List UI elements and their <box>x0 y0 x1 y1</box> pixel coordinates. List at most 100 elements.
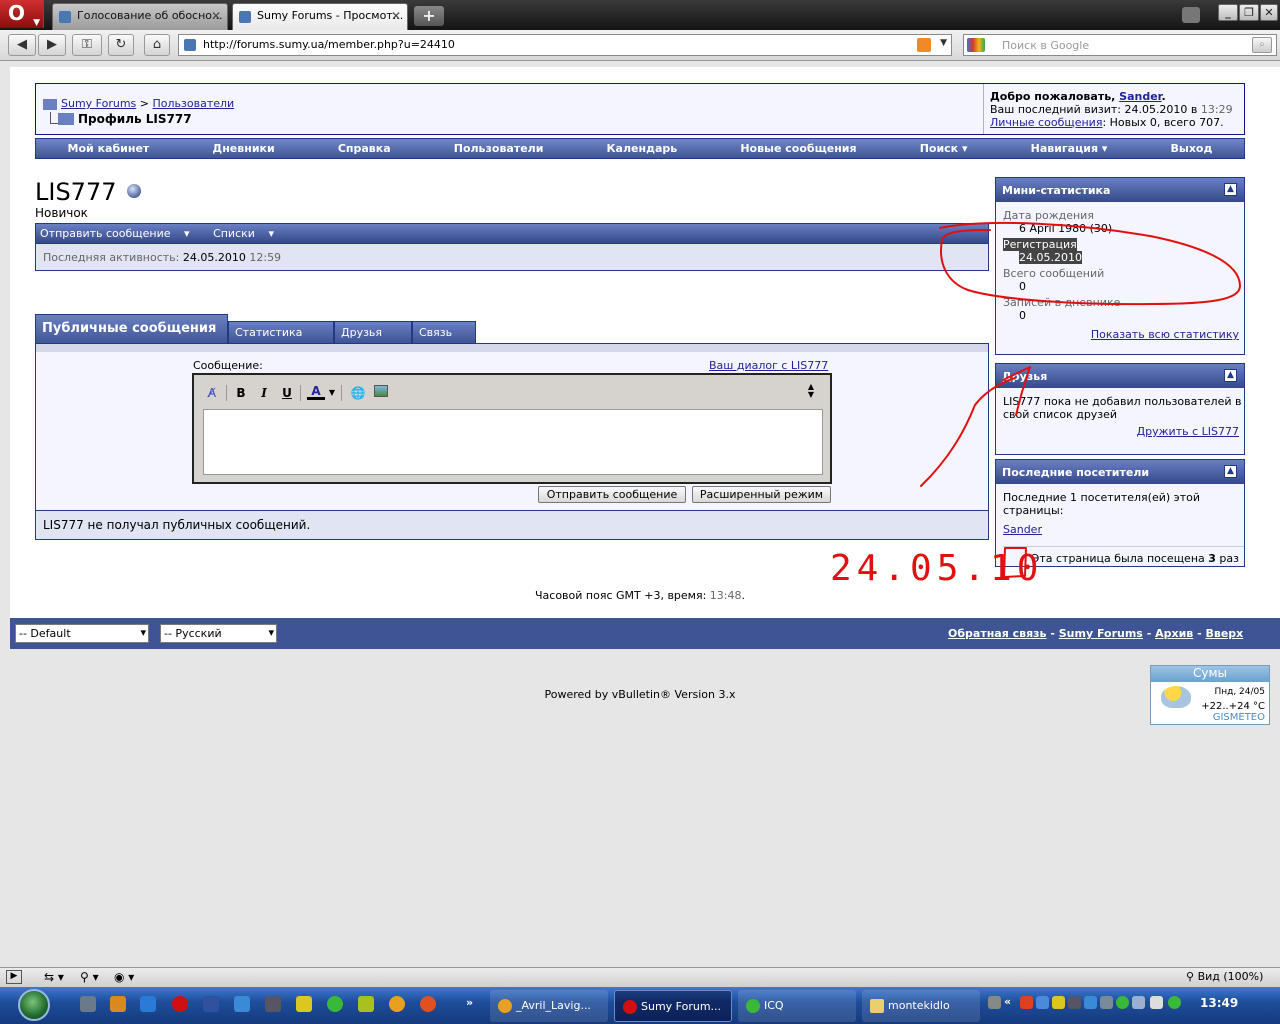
taskbar-item-aimp[interactable]: _Avril_Lavig... <box>490 990 608 1022</box>
volume-icon[interactable] <box>1150 996 1163 1009</box>
window-close-button[interactable]: ✕ <box>1260 4 1278 21</box>
feedback-link[interactable]: Обратная связь <box>948 627 1047 640</box>
weather-widget[interactable]: Сумы Пнд, 24/05 +22..+24 °C GISMETEO <box>1150 665 1270 725</box>
back-button[interactable]: ◀ <box>8 34 36 56</box>
search-icon[interactable]: ⌕ <box>1252 37 1272 53</box>
underline-button[interactable]: U <box>278 384 296 402</box>
internet-explorer-icon[interactable] <box>140 996 156 1012</box>
advanced-mode-button[interactable]: Расширенный режим <box>692 486 831 503</box>
skype-icon[interactable] <box>234 996 250 1012</box>
browser-tab-sumy-forums[interactable]: Sumy Forums - Просмот... ✕ <box>232 3 408 31</box>
collapse-icon[interactable]: ▲ <box>1224 465 1237 478</box>
url-input[interactable]: http://forums.sumy.ua/member.php?u=24410… <box>178 34 952 56</box>
nav-navigation-wrap[interactable]: Навигация ▾ <box>1031 142 1108 155</box>
tray-icon[interactable] <box>1132 996 1145 1009</box>
nav-search[interactable]: Поиск <box>920 142 958 155</box>
forum-home-link[interactable]: Sumy Forums <box>1059 627 1143 640</box>
taskbar-item-folder[interactable]: montekidlo <box>862 990 980 1022</box>
private-messages-link[interactable]: Личные сообщения <box>990 116 1102 129</box>
tray-icon[interactable] <box>1068 996 1081 1009</box>
tray-icon[interactable] <box>1052 996 1065 1009</box>
collapse-icon[interactable]: ▲ <box>1224 369 1237 382</box>
visitor-user-link[interactable]: Sander <box>1003 523 1042 536</box>
headphones-icon[interactable] <box>265 996 281 1012</box>
forum-home-icon[interactable] <box>43 98 57 110</box>
chevron-down-icon[interactable]: ▼ <box>327 384 337 402</box>
restore-button[interactable]: ❐ <box>1239 4 1259 21</box>
nav-members[interactable]: Пользователи <box>454 142 544 155</box>
breadcrumb-parent-link[interactable]: Пользователи <box>153 97 235 110</box>
taskbar-item-icq[interactable]: ICQ <box>738 990 856 1022</box>
more-icon[interactable]: » <box>466 996 473 1009</box>
collapse-icon[interactable]: ▲ <box>1224 183 1237 196</box>
turbo-icon[interactable]: ◉ ▾ <box>114 970 134 984</box>
icq-tray-icon[interactable] <box>1168 996 1181 1009</box>
add-friend-link[interactable]: Дружить с LIS777 <box>1137 425 1239 438</box>
rss-icon[interactable] <box>917 38 931 52</box>
save-icon[interactable] <box>203 996 219 1012</box>
send-message-button[interactable]: Отправить сообщение <box>538 486 686 503</box>
nav-calendar[interactable]: Календарь <box>607 142 678 155</box>
panel-toggle-icon[interactable]: ▶ <box>6 970 22 984</box>
nav-new-posts[interactable]: Новые сообщения <box>740 142 856 155</box>
minimize-button[interactable]: _ <box>1218 4 1238 21</box>
insert-image-icon[interactable] <box>372 384 390 402</box>
tray-icon[interactable] <box>1100 996 1113 1009</box>
forward-button[interactable]: ▶ <box>38 34 66 56</box>
tab-contact[interactable]: Связь <box>412 321 476 344</box>
text-color-icon[interactable]: A <box>307 384 325 400</box>
nav-blogs[interactable]: Дневники <box>212 142 274 155</box>
message-textarea[interactable] <box>203 409 823 475</box>
tab-visitor-messages[interactable]: Публичные сообщения <box>35 314 228 346</box>
home-button[interactable]: ⌂ <box>144 34 170 56</box>
clock[interactable]: 13:49 <box>1200 996 1238 1010</box>
tray-icon[interactable] <box>988 996 1001 1009</box>
icq-icon[interactable] <box>327 996 343 1012</box>
bold-button[interactable]: B <box>232 384 250 402</box>
n-app-icon[interactable] <box>296 996 312 1012</box>
dialog-link[interactable]: Ваш диалог с LIS777 <box>709 359 828 372</box>
archive-link[interactable]: Архив <box>1155 627 1193 640</box>
trash-icon[interactable] <box>1182 7 1200 23</box>
nav-user-cp[interactable]: Мой кабинет <box>68 142 150 155</box>
sync-icon[interactable]: ⇆ ▾ <box>44 970 64 984</box>
nav-logout[interactable]: Выход <box>1171 142 1213 155</box>
language-select[interactable]: -- Русский ▾ <box>160 624 277 643</box>
browser-tab-voting[interactable]: Голосование об обосно... ✕ <box>52 3 228 30</box>
ccleaner-icon[interactable] <box>420 996 436 1012</box>
aimp-icon[interactable] <box>389 996 405 1012</box>
butterfly-icon[interactable] <box>358 996 374 1012</box>
google-icon[interactable] <box>967 38 985 52</box>
tray-icon[interactable] <box>1116 996 1129 1009</box>
reload-button[interactable]: ↻ <box>108 34 134 56</box>
insert-link-icon[interactable]: 🌐 <box>349 384 367 402</box>
close-icon[interactable]: ✕ <box>211 9 221 23</box>
nav-faq[interactable]: Справка <box>338 142 391 155</box>
new-tab-button[interactable]: + <box>414 6 444 26</box>
search-input[interactable]: Поиск в Google ⌕ <box>963 34 1277 56</box>
style-select[interactable]: -- Default ▾ <box>15 624 149 643</box>
opera-icon[interactable] <box>172 996 188 1012</box>
lists-menu[interactable]: Списки ▾ <box>213 227 284 240</box>
show-all-stats-link[interactable]: Показать всю статистику <box>1091 328 1239 341</box>
taskbar-item-opera[interactable]: Sumy Forum... <box>614 990 732 1022</box>
close-icon[interactable]: ✕ <box>391 9 401 23</box>
breadcrumb-root-link[interactable]: Sumy Forums <box>61 97 136 110</box>
tray-icon[interactable] <box>1020 996 1033 1009</box>
quicklaunch-icon[interactable] <box>80 996 96 1012</box>
nav-navigation[interactable]: Навигация <box>1031 142 1098 155</box>
unite-icon[interactable]: ⚲ ▾ <box>80 970 99 984</box>
zoom-control[interactable]: ⚲ Вид (100%) <box>1186 970 1263 983</box>
tray-expand-icon[interactable]: « <box>1004 995 1011 1008</box>
media-player-icon[interactable] <box>110 996 126 1012</box>
top-link[interactable]: Вверх <box>1205 627 1243 640</box>
welcome-user-link[interactable]: Sander <box>1119 90 1161 103</box>
nav-search-wrap[interactable]: Поиск ▾ <box>920 142 968 155</box>
tab-friends[interactable]: Друзья <box>334 321 412 344</box>
chevron-down-icon[interactable]: ▼ <box>940 38 947 48</box>
italic-button[interactable]: I <box>255 384 273 402</box>
send-message-menu[interactable]: Отправить сообщение ▾ <box>40 227 200 240</box>
remove-format-icon[interactable]: A̸ <box>203 384 221 402</box>
tab-statistics[interactable]: Статистика <box>228 321 334 344</box>
opera-menu-button[interactable]: O ▼ <box>0 0 44 28</box>
